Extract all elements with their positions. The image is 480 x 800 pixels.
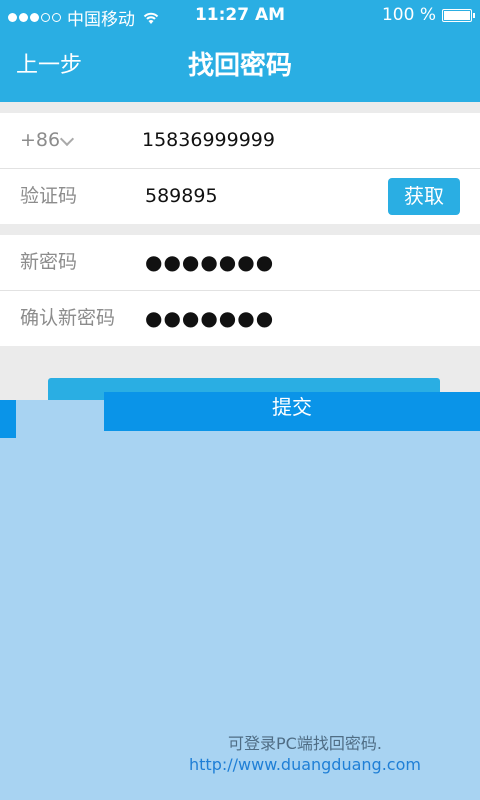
code-label: 验证码 (20, 185, 78, 207)
confirm-password-input[interactable]: ●●●●●●● (145, 291, 274, 346)
get-code-button[interactable]: 获取 (388, 178, 460, 215)
phone-verify-group: +86 15836999999 验证码 589895 获取 (0, 113, 480, 224)
country-code-select[interactable]: +86 (20, 113, 60, 168)
code-input[interactable]: 589895 (145, 169, 218, 224)
chevron-down-icon[interactable] (59, 131, 75, 147)
battery-icon (442, 8, 475, 22)
password-group: 新密码 ●●●●●●● 确认新密码 ●●●●●●● (0, 235, 480, 346)
phone-row: +86 15836999999 (0, 113, 480, 169)
submit-button[interactable]: 提交 (104, 392, 480, 431)
phone-input[interactable]: 15836999999 (142, 113, 275, 168)
nav-bar: 上一步 找回密码 (0, 30, 480, 102)
page-title: 找回密码 (187, 51, 292, 81)
left-edge-fragment (0, 400, 16, 438)
website-link[interactable]: http://www.duangduang.com (0, 755, 480, 774)
confirm-password-row: 确认新密码 ●●●●●●● (0, 291, 480, 347)
status-right: 100 % (381, 5, 475, 25)
new-password-input[interactable]: ●●●●●●● (145, 235, 274, 290)
battery-percent: 100 % (381, 5, 436, 25)
battery-fill (444, 10, 470, 20)
confirm-password-label: 确认新密码 (20, 307, 116, 329)
status-bar: 中国移动 11:27 AM 100 % (0, 0, 480, 30)
code-row: 验证码 589895 获取 (0, 169, 480, 225)
new-password-row: 新密码 ●●●●●●● (0, 235, 480, 291)
new-password-label: 新密码 (20, 251, 78, 273)
footer-note: 可登录PC端找回密码. (228, 734, 382, 753)
